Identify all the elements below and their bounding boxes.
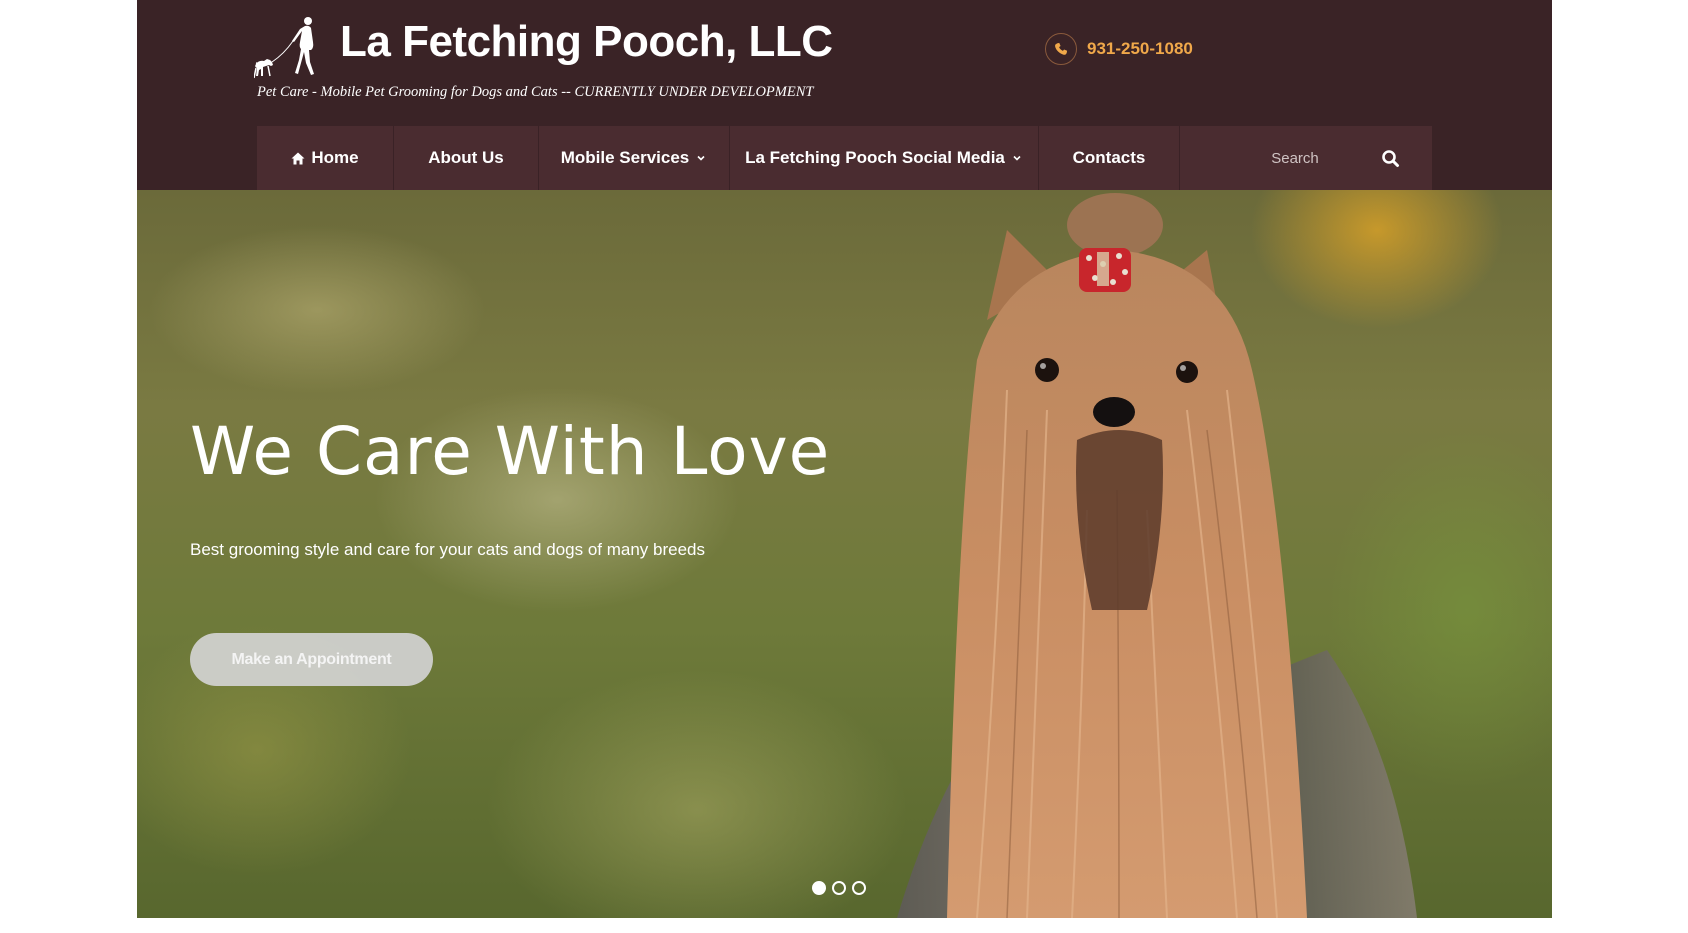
- nav-item-label: Mobile Services: [560, 148, 690, 167]
- chevron-down-icon: [1013, 155, 1021, 161]
- make-appointment-button[interactable]: Make an Appointment: [190, 633, 433, 686]
- slider-dot-3[interactable]: [852, 881, 866, 895]
- page: La Fetching Pooch, LLC Pet Care - Mobile…: [137, 0, 1552, 918]
- search-icon[interactable]: [1380, 148, 1402, 170]
- home-icon: [291, 152, 305, 164]
- hero-slider: We Care With Love Best grooming style an…: [137, 190, 1552, 918]
- chevron-down-icon: [697, 155, 705, 161]
- nav-item-label: Contacts: [1072, 148, 1146, 167]
- nav-item-about-us[interactable]: About Us: [394, 126, 539, 190]
- hero-title: We Care With Love: [190, 413, 831, 490]
- phone-contact[interactable]: 931-250-1080: [1045, 33, 1193, 65]
- nav-item-contacts[interactable]: Contacts: [1039, 126, 1180, 190]
- nav-item-mobile-services[interactable]: Mobile Services: [539, 126, 730, 190]
- nav-item-home[interactable]: Home: [257, 126, 394, 190]
- search-input[interactable]: [1180, 137, 1392, 179]
- site-tagline: Pet Care - Mobile Pet Grooming for Dogs …: [257, 84, 814, 100]
- woman-walking-dog-logo-icon[interactable]: [254, 16, 326, 80]
- main-nav: Home About Us Mobile Services La Fetchin…: [257, 126, 1432, 190]
- nav-item-label: Home: [311, 148, 359, 167]
- site-title[interactable]: La Fetching Pooch, LLC: [340, 14, 833, 70]
- slider-dot-1[interactable]: [812, 881, 826, 895]
- yorkshire-terrier-photo: [897, 193, 1417, 918]
- hero-subtitle: Best grooming style and care for your ca…: [190, 540, 705, 559]
- nav-item-label: La Fetching Pooch Social Media: [745, 148, 1005, 167]
- slider-dot-2[interactable]: [832, 881, 846, 895]
- nav-search: [1180, 126, 1432, 190]
- site-header: La Fetching Pooch, LLC Pet Care - Mobile…: [137, 0, 1552, 190]
- nav-item-social-media[interactable]: La Fetching Pooch Social Media: [730, 126, 1039, 190]
- slider-pagination: [812, 881, 866, 895]
- phone-number[interactable]: 931-250-1080: [1087, 39, 1193, 59]
- nav-item-label: About Us: [428, 148, 504, 167]
- phone-icon: [1045, 33, 1077, 65]
